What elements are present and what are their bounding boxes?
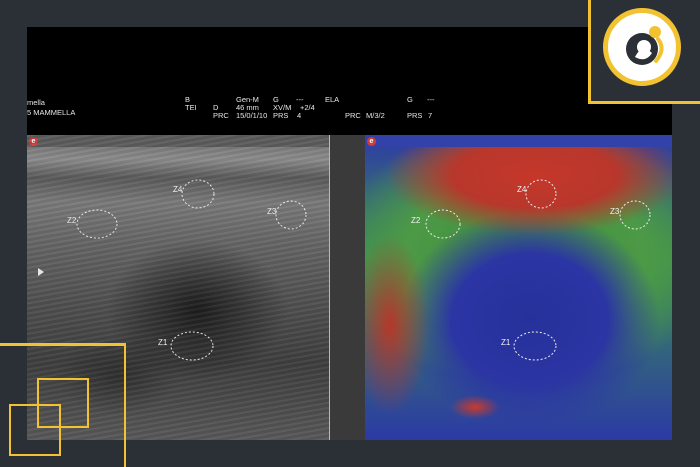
logo-frame bbox=[588, 0, 700, 104]
bmode-top-band bbox=[27, 135, 329, 147]
header-ela: ELA bbox=[325, 95, 340, 104]
bmode-zone-label-z2: Z2 bbox=[67, 216, 77, 225]
header-left-line1: mella bbox=[27, 98, 45, 107]
header-prc2-label: PRC bbox=[345, 111, 361, 120]
elasto-zone-z4 bbox=[525, 179, 557, 209]
elasto-zone-label-z4: Z4 bbox=[517, 185, 527, 194]
header-prc-value: 15/0/1/10 bbox=[236, 111, 268, 120]
bmode-zone-z1 bbox=[170, 331, 214, 361]
header-g2-dash: --- bbox=[427, 95, 435, 104]
bmode-zone-label-z1: Z1 bbox=[158, 338, 168, 347]
bmode-zone-z2 bbox=[76, 209, 118, 239]
bmode-zone-label-z4: Z4 bbox=[173, 185, 183, 194]
corner-deco-square-2 bbox=[9, 404, 61, 456]
logo-icon bbox=[603, 8, 681, 86]
bmode-e-badge: e bbox=[29, 137, 38, 146]
elasto-zone-z1 bbox=[513, 331, 557, 361]
elastography-image-panel: e Z4 Z2 Z3 Z1 bbox=[365, 135, 672, 440]
elasto-zone-label-z1: Z1 bbox=[501, 338, 511, 347]
elasto-zones-overlay: Z4 Z2 Z3 Z1 bbox=[411, 179, 651, 361]
header-left-line2: 5 MAMMELLA bbox=[27, 108, 76, 117]
header-xvm-value: +2/4 bbox=[300, 103, 315, 112]
header-prs2-value: 7 bbox=[428, 111, 433, 120]
header-prs-value: 4 bbox=[297, 111, 302, 120]
header-prc-label: PRC bbox=[213, 111, 229, 120]
elasto-zone-z2 bbox=[425, 209, 461, 239]
elasto-zone-z3 bbox=[619, 200, 651, 230]
elasto-zone-label-z2: Z2 bbox=[411, 216, 421, 225]
bmode-zone-label-z3: Z3 bbox=[267, 207, 277, 216]
header-prs2-label: PRS bbox=[407, 111, 423, 120]
logo-mark-icon bbox=[626, 26, 664, 65]
header-g2: G bbox=[407, 95, 413, 104]
bmode-zone-z3 bbox=[275, 200, 307, 230]
header-prc2-value: M/3/2 bbox=[366, 111, 385, 120]
bmode-zone-z4 bbox=[181, 179, 215, 209]
side-marker-icon bbox=[38, 268, 44, 276]
header-tei: TEI bbox=[185, 103, 197, 112]
panel-divider bbox=[329, 135, 365, 440]
elasto-zone-label-z3: Z3 bbox=[610, 207, 620, 216]
header-prs-label: PRS bbox=[273, 111, 289, 120]
